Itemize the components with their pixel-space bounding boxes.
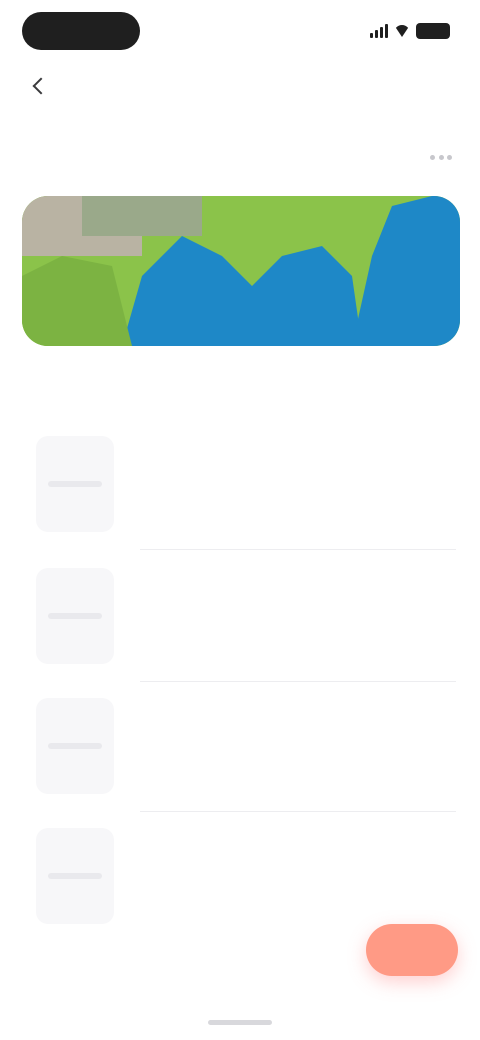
list-item[interactable] bbox=[0, 420, 480, 550]
item-thumbnail bbox=[36, 436, 114, 532]
map-image bbox=[22, 196, 460, 346]
list-item[interactable] bbox=[0, 682, 480, 812]
signal-icon bbox=[370, 24, 388, 38]
item-thumbnail bbox=[36, 698, 114, 794]
floating-action-button[interactable] bbox=[366, 924, 458, 976]
page-title bbox=[140, 74, 340, 100]
map-terrain-patch bbox=[82, 196, 202, 236]
list-item[interactable] bbox=[0, 552, 480, 682]
list-item[interactable] bbox=[0, 812, 480, 942]
home-indicator bbox=[208, 1020, 272, 1025]
map-card[interactable] bbox=[22, 196, 460, 346]
more-horizontal-icon[interactable] bbox=[430, 148, 452, 166]
chevron-left-icon[interactable] bbox=[22, 70, 54, 102]
navigation-bar bbox=[0, 62, 480, 110]
status-time bbox=[22, 12, 140, 50]
battery-icon bbox=[416, 23, 450, 39]
item-thumbnail bbox=[36, 568, 114, 664]
map-caption bbox=[36, 360, 336, 380]
status-bar bbox=[0, 0, 480, 62]
wifi-icon bbox=[394, 25, 410, 37]
status-icons bbox=[370, 20, 450, 42]
divider bbox=[140, 549, 456, 550]
item-thumbnail bbox=[36, 828, 114, 924]
section-header bbox=[24, 142, 456, 172]
